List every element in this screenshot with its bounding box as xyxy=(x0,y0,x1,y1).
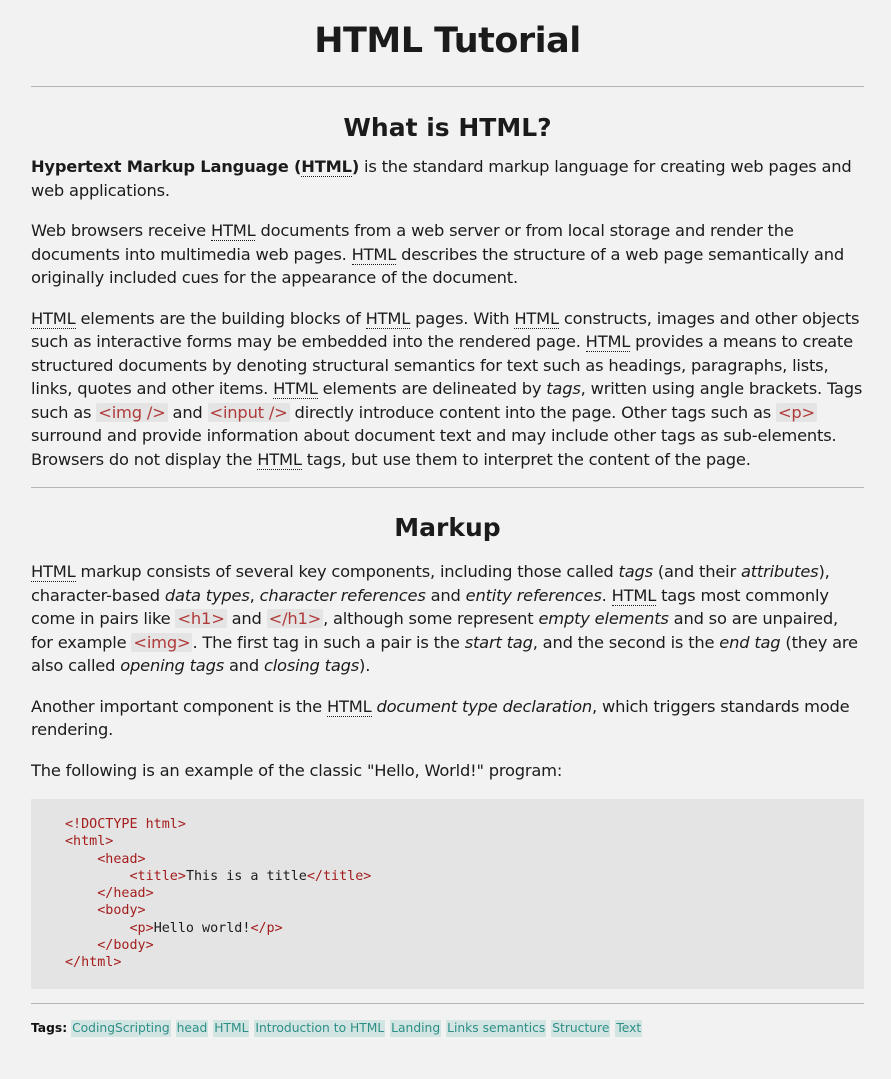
paragraph-markup: HTML markup consists of several key comp… xyxy=(31,562,858,675)
paragraph-example-intro: The following is an example of the class… xyxy=(31,760,563,780)
abbr-html: HTML xyxy=(31,308,76,329)
tags-label: Tags: xyxy=(31,1020,68,1035)
paragraph-doctype: Another important component is the HTML … xyxy=(31,696,850,739)
paragraph-browsers: Web browsers receive HTML documents from… xyxy=(31,221,844,287)
tag-link-html[interactable]: HTML xyxy=(213,1019,250,1037)
abbr-html: HTML xyxy=(326,696,372,717)
inline-code: <p> xyxy=(775,402,818,422)
code-block: <!DOCTYPE html> <html> <head> <title>Thi… xyxy=(31,799,864,989)
section-heading-markup: Markup xyxy=(394,513,501,542)
abbr-html: HTML xyxy=(257,449,302,470)
paragraph-intro: Hypertext Markup Language (HTML) is the … xyxy=(31,157,852,200)
inline-code: <img /> xyxy=(96,402,168,422)
tag-link-landing[interactable]: Landing xyxy=(390,1019,442,1037)
inline-code: <h1> xyxy=(175,609,227,628)
abbr-html: HTML xyxy=(351,244,397,265)
abbr-html: HTML xyxy=(365,308,411,329)
tags-bar: Tags: CodingScripting head HTML Introduc… xyxy=(31,1019,864,1037)
abbr-html: HTML xyxy=(585,332,631,352)
tag-link-structure[interactable]: Structure xyxy=(551,1019,611,1037)
section-heading-what-is-html: What is HTML? xyxy=(343,113,552,142)
divider xyxy=(31,1002,864,1004)
page-title: HTML Tutorial xyxy=(314,21,581,61)
abbr-html: HTML xyxy=(514,308,559,329)
tag-link-text[interactable]: Text xyxy=(615,1019,643,1037)
paragraph-elements: HTML elements are the building blocks of… xyxy=(31,308,863,470)
inline-code: <img> xyxy=(131,632,193,652)
tag-link-links-semantics[interactable]: Links semantics xyxy=(446,1019,547,1037)
tag-link-codingscripting[interactable]: CodingScripting xyxy=(71,1019,171,1037)
tag-link-introduction-to-html[interactable]: Introduction to HTML xyxy=(254,1019,386,1037)
article: HTML Tutorial What is HTML? Hypertext Ma… xyxy=(31,0,864,1037)
abbr-html: HTML xyxy=(301,157,352,177)
divider xyxy=(31,86,864,87)
divider xyxy=(31,487,864,488)
inline-code: <input /> xyxy=(207,402,290,422)
abbr-html: HTML xyxy=(611,585,657,606)
inline-code: </h1> xyxy=(266,609,324,628)
abbr-html: HTML xyxy=(210,221,256,241)
page: HTML Tutorial What is HTML? Hypertext Ma… xyxy=(0,0,891,1079)
abbr-html: HTML xyxy=(31,562,76,582)
tag-link-head[interactable]: head xyxy=(175,1019,209,1037)
abbr-html: HTML xyxy=(273,379,318,399)
